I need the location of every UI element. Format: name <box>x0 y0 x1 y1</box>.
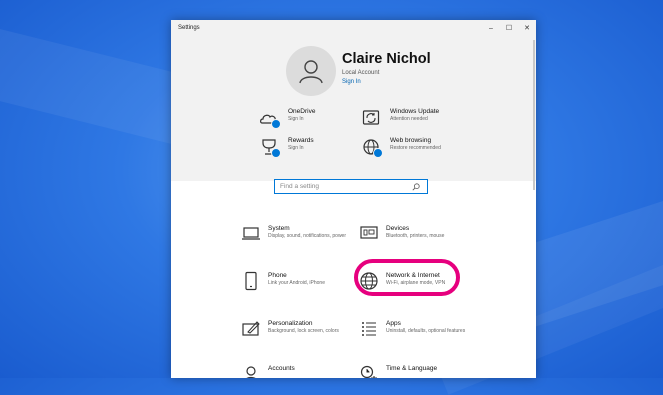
window-title: Settings <box>178 25 200 31</box>
category-title: Accounts <box>268 365 295 372</box>
account-header: Claire Nichol Local Account Sign In OneD… <box>171 36 536 181</box>
scrollbar[interactable] <box>533 40 535 190</box>
quick-tile-subtitle: Sign In <box>288 145 304 151</box>
phone-icon <box>245 271 257 291</box>
settings-window: Settings – ☐ ✕ Claire Nichol Local Accou… <box>171 20 536 378</box>
category-time-language[interactable]: Time & Language <box>359 364 437 378</box>
category-title: Phone <box>268 272 287 279</box>
category-subtitle: Uninstall, defaults, optional features <box>386 328 466 334</box>
quick-tile-subtitle: Restore recommended <box>390 145 441 151</box>
windows-update-icon <box>362 110 380 125</box>
category-system[interactable]: System Display, sound, notifications, po… <box>241 224 346 244</box>
category-accounts[interactable]: Accounts <box>241 364 295 378</box>
category-title: Personalization <box>268 320 313 327</box>
quick-tile-rewards[interactable]: Rewards Sign In <box>259 137 314 158</box>
account-type: Local Account <box>342 70 380 76</box>
close-button[interactable]: ✕ <box>518 20 536 36</box>
quick-tile-subtitle: Attention needed <box>390 116 428 122</box>
category-title: Apps <box>386 320 401 327</box>
minimize-button[interactable]: – <box>482 20 500 36</box>
category-title: Time & Language <box>386 365 438 372</box>
maximize-button[interactable]: ☐ <box>500 20 518 36</box>
quick-tile-subtitle: Sign In <box>288 116 304 122</box>
category-subtitle: Wi-Fi, airplane mode, VPN <box>386 280 446 286</box>
quick-tile-title: OneDrive <box>288 108 316 115</box>
quick-tile-title: Rewards <box>288 137 314 144</box>
category-title: System <box>268 225 290 232</box>
personalization-icon <box>242 321 260 336</box>
user-avatar-icon <box>299 60 323 84</box>
quick-tile-web-browsing[interactable]: Web browsing Restore recommended <box>361 137 441 158</box>
avatar[interactable] <box>286 46 336 96</box>
status-badge <box>271 119 281 129</box>
category-subtitle: Link your Android, iPhone <box>268 280 325 286</box>
account-sign-in-link[interactable]: Sign In <box>342 79 361 85</box>
category-devices[interactable]: Devices Bluetooth, printers, mouse <box>359 224 444 244</box>
category-phone[interactable]: Phone Link your Android, iPhone <box>241 271 325 291</box>
category-apps[interactable]: Apps Uninstall, defaults, optional featu… <box>359 319 465 339</box>
system-icon <box>242 227 260 240</box>
accounts-icon <box>246 366 256 378</box>
apps-icon <box>362 322 376 336</box>
category-subtitle: Display, sound, notifications, power <box>268 233 347 239</box>
category-title: Devices <box>386 225 410 232</box>
status-badge <box>271 148 281 158</box>
search-input[interactable] <box>280 180 409 193</box>
category-network-internet[interactable]: Network & Internet Wi-Fi, airplane mode,… <box>359 271 445 291</box>
search-icon[interactable] <box>409 182 423 191</box>
category-subtitle: Bluetooth, printers, mouse <box>386 233 445 239</box>
time-language-icon <box>360 365 377 378</box>
devices-icon <box>360 226 378 239</box>
status-badge <box>373 148 383 158</box>
category-title: Network & Internet <box>386 272 440 279</box>
quick-tile-title: Windows Update <box>390 108 440 115</box>
quick-tile-title: Web browsing <box>390 137 432 144</box>
category-personalization[interactable]: Personalization Background, lock screen,… <box>241 319 339 339</box>
quick-tile-windows-update[interactable]: Windows Update Attention needed <box>361 108 439 128</box>
network-icon <box>360 272 378 290</box>
title-bar[interactable]: Settings – ☐ ✕ <box>171 20 536 36</box>
quick-tile-onedrive[interactable]: OneDrive Sign In <box>259 108 316 129</box>
account-name: Claire Nichol <box>342 51 431 67</box>
search-box[interactable] <box>274 179 428 194</box>
category-subtitle: Background, lock screen, colors <box>268 328 339 334</box>
